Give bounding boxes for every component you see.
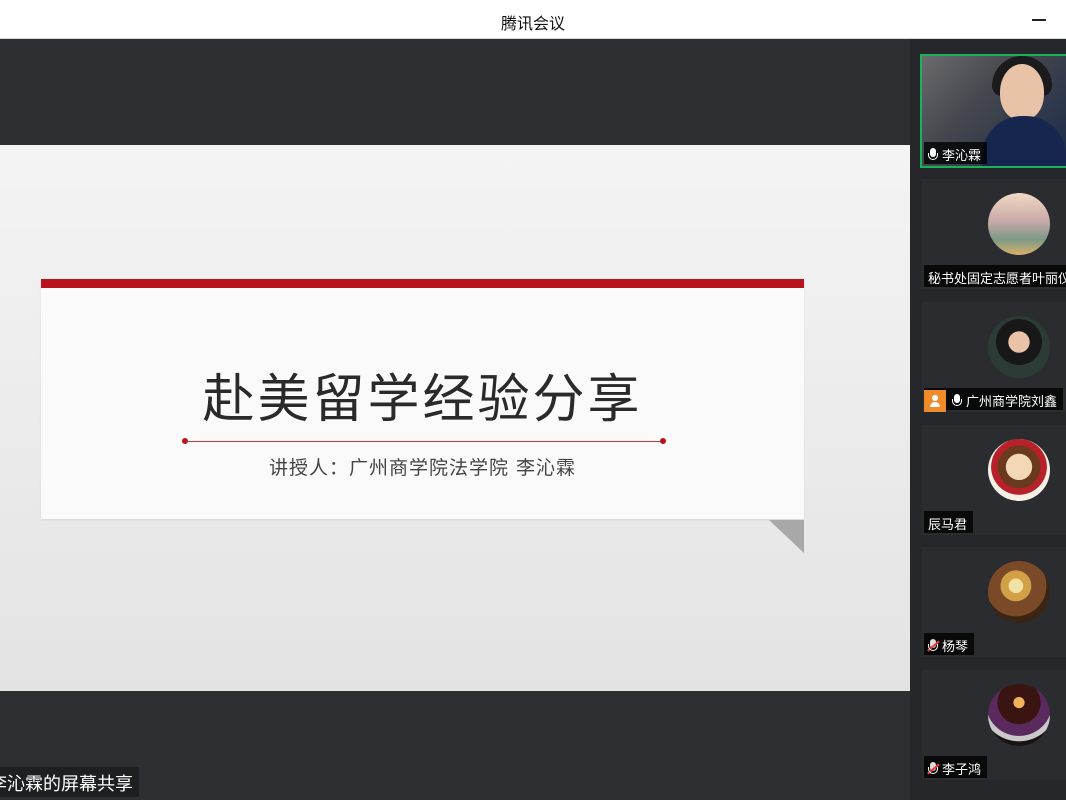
participant-name: 广州商学院刘鑫	[966, 395, 1058, 410]
slide-divider	[186, 441, 663, 442]
minimize-icon[interactable]	[1032, 19, 1046, 21]
participant-name: 秘书处固定志愿者叶丽仪	[928, 272, 1066, 287]
slide-subtitle: 讲授人：广州商学院法学院 李沁霖	[268, 457, 577, 479]
participant-tile[interactable]: 辰马君	[922, 425, 1066, 535]
participant-name: 李子鸿	[942, 763, 982, 778]
page-fold-decoration	[769, 520, 804, 553]
participant-name: 辰马君	[928, 518, 968, 533]
participant-name-tag: 辰马君	[924, 511, 974, 533]
participant-tile[interactable]: 李沁霖	[920, 54, 1066, 168]
avatar	[988, 316, 1050, 378]
mute-slash	[927, 639, 940, 652]
participant-tile[interactable]: 李子鸿	[922, 670, 1066, 780]
slide-title-card: 赴美留学经验分享 讲授人：广州商学院法学院 李沁霖	[41, 279, 804, 519]
participant-name-tag: 李子鸿	[924, 756, 988, 778]
participant-list[interactable]: 李沁霖 秘书处固定志愿者叶丽仪 广州商学院刘鑫 辰马君 杨琴 李子鸿	[910, 39, 1066, 800]
host-user-icon	[924, 389, 946, 412]
participant-name: 杨琴	[942, 640, 969, 655]
microphone-icon	[928, 147, 938, 162]
microphone-muted-icon	[927, 638, 940, 653]
participant-name: 李沁霖	[942, 149, 982, 164]
screen-share-label: 李沁霖的屏幕共享	[0, 767, 139, 797]
microphone-icon	[952, 393, 962, 408]
video-figure-face	[1000, 64, 1044, 120]
title-bar: 腾讯会议	[0, 0, 1066, 39]
screen-share-label-text: 李沁霖的屏幕共享	[0, 774, 133, 795]
microphone-muted-icon	[927, 761, 940, 776]
avatar	[988, 684, 1050, 746]
divider-right-dot	[660, 438, 666, 444]
participant-name-tag: 广州商学院刘鑫	[924, 388, 1064, 412]
presentation-slide: 赴美留学经验分享 讲授人：广州商学院法学院 李沁霖	[0, 145, 910, 691]
shared-screen-area: 赴美留学经验分享 讲授人：广州商学院法学院 李沁霖	[0, 39, 910, 800]
participant-tile[interactable]: 杨琴	[922, 547, 1066, 657]
participant-tile[interactable]: 广州商学院刘鑫	[922, 302, 1066, 412]
window-title: 腾讯会议	[500, 14, 565, 33]
avatar	[988, 439, 1050, 501]
mute-slash	[927, 762, 940, 775]
video-figure-body	[982, 116, 1066, 166]
participant-name-tag: 李沁霖	[924, 142, 988, 164]
participant-tile[interactable]: 秘书处固定志愿者叶丽仪	[922, 179, 1066, 289]
slide-accent-bar	[41, 279, 804, 288]
participant-name-tag: 秘书处固定志愿者叶丽仪	[924, 265, 1066, 287]
participant-name-tag: 杨琴	[924, 633, 975, 655]
avatar	[988, 561, 1050, 623]
avatar	[988, 193, 1050, 255]
slide-title: 赴美留学经验分享	[202, 370, 643, 430]
